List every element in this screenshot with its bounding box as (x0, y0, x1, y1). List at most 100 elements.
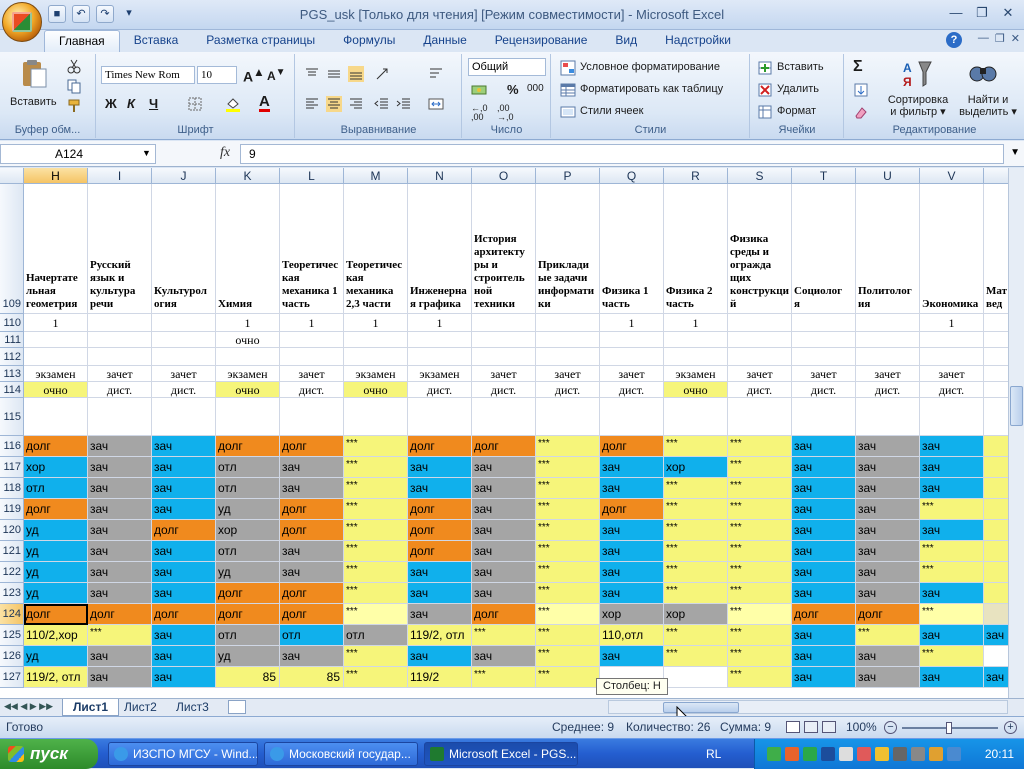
grid-cell[interactable]: долг (216, 583, 280, 604)
increase-indent-icon[interactable] (396, 96, 412, 112)
fill-icon[interactable] (853, 82, 869, 98)
grid-cell[interactable] (600, 348, 664, 366)
grid-cell[interactable]: *** (344, 667, 408, 688)
grid-cell[interactable]: зач (88, 499, 152, 520)
conditional-formatting-button[interactable]: Условное форматирование (580, 61, 720, 73)
grid-cell[interactable]: долг (216, 436, 280, 457)
grid-cell[interactable]: зачет (920, 366, 984, 382)
grid-cell[interactable]: *** (664, 562, 728, 583)
merge-center-icon[interactable] (428, 96, 444, 112)
grid-cell[interactable]: *** (536, 625, 600, 646)
grid-cell[interactable]: *** (344, 478, 408, 499)
grid-cell[interactable]: дист. (88, 382, 152, 398)
grid-cell[interactable] (472, 398, 536, 436)
grid-cell[interactable] (856, 348, 920, 366)
grid-cell[interactable]: дист. (536, 382, 600, 398)
grid-cell[interactable]: *** (536, 457, 600, 478)
grid-cell[interactable]: экзамен (408, 366, 472, 382)
grid-cell[interactable]: зач (920, 457, 984, 478)
grid-cell[interactable] (664, 398, 728, 436)
sheet-tab-2[interactable]: Лист2 (114, 699, 167, 716)
grid-cell[interactable] (920, 398, 984, 436)
grid-cell[interactable]: 119/2, отл (24, 667, 88, 688)
grid-cell[interactable]: дист. (728, 382, 792, 398)
align-bottom-icon[interactable] (348, 66, 364, 82)
grid-cell[interactable]: *** (728, 499, 792, 520)
grid-cell[interactable] (792, 332, 856, 348)
row-header[interactable]: 119 (0, 499, 24, 520)
grid-cell[interactable] (88, 314, 152, 332)
grid-cell[interactable]: дист. (472, 382, 536, 398)
delete-button[interactable]: Удалить (777, 83, 819, 95)
grid-cell[interactable]: зач (792, 667, 856, 688)
tray-icon-7[interactable] (875, 747, 889, 761)
normal-view-icon[interactable] (786, 721, 800, 733)
grid-cell[interactable]: уд (24, 583, 88, 604)
row-header[interactable]: 110 (0, 314, 24, 332)
grid-cell[interactable]: долг (408, 541, 472, 562)
grid-cell[interactable] (536, 332, 600, 348)
grid-cell[interactable] (88, 332, 152, 348)
zoom-out-icon[interactable]: − (884, 721, 897, 734)
grid-cell[interactable]: *** (536, 499, 600, 520)
grid-cell[interactable] (664, 667, 728, 688)
grid-cell[interactable]: зач (792, 457, 856, 478)
column-header[interactable]: R (664, 168, 728, 184)
tab-formulas[interactable]: Формулы (329, 30, 409, 52)
shrink-font-icon[interactable]: A▼ (267, 67, 286, 83)
column-header[interactable]: V (920, 168, 984, 184)
grid-cell[interactable] (984, 604, 1010, 625)
grid-cell[interactable]: дист. (792, 382, 856, 398)
grid-cell[interactable]: долг (280, 499, 344, 520)
grid-cell[interactable] (536, 398, 600, 436)
row-header[interactable]: 121 (0, 541, 24, 562)
grid-cell[interactable]: 1 (280, 314, 344, 332)
column-header[interactable]: U (856, 168, 920, 184)
grid-cell[interactable]: зач (792, 562, 856, 583)
grid-cell[interactable]: зач (408, 478, 472, 499)
column-header[interactable]: H (24, 168, 88, 184)
grid-cell[interactable]: очно (216, 382, 280, 398)
format-button[interactable]: Формат (777, 105, 816, 117)
grid-cell[interactable]: *** (728, 541, 792, 562)
align-right-icon[interactable] (348, 96, 364, 112)
row-header[interactable]: 114 (0, 382, 24, 398)
percent-button[interactable]: % (507, 82, 519, 97)
grid-cell[interactable]: зач (920, 667, 984, 688)
tray-icon-2[interactable] (785, 747, 799, 761)
help-icon[interactable]: ? (946, 32, 962, 48)
grid-cell[interactable]: отл (216, 457, 280, 478)
tab-home[interactable]: Главная (44, 30, 120, 52)
column-header[interactable]: S (728, 168, 792, 184)
autosum-button[interactable]: Σ (853, 58, 863, 76)
column-title-cell[interactable]: История архитекту ры и строитель ной тех… (472, 184, 536, 314)
grid-cell[interactable]: 119/2, отл (408, 625, 472, 646)
tray-icon-9[interactable] (911, 747, 925, 761)
grid-cell[interactable]: дист. (856, 382, 920, 398)
task-excel[interactable]: Microsoft Excel - PGS... (424, 742, 578, 766)
grid-cell[interactable] (664, 332, 728, 348)
grid-cell[interactable]: зач (600, 520, 664, 541)
doc-minimize-icon[interactable]: — (978, 32, 989, 45)
grid-cell[interactable]: долг (408, 436, 472, 457)
grid-cell[interactable] (24, 398, 88, 436)
find-select-button[interactable]: Найти и выделить ▾ (955, 94, 1021, 118)
grid-cell[interactable]: зач (88, 667, 152, 688)
grid-cell[interactable]: хор (24, 457, 88, 478)
grid-cell[interactable]: зачет (88, 366, 152, 382)
grid-cell[interactable]: зач (792, 436, 856, 457)
grid-cell[interactable] (984, 583, 1010, 604)
page-layout-view-icon[interactable] (804, 721, 818, 733)
sheet-nav-icon[interactable]: ◀◀ ◀ ▶ ▶▶ (4, 701, 53, 712)
grid-cell[interactable]: зач (88, 583, 152, 604)
grid-cell[interactable]: зач (152, 667, 216, 688)
grid-cell[interactable] (856, 314, 920, 332)
grid-cell[interactable]: *** (728, 646, 792, 667)
grid-cell[interactable] (88, 398, 152, 436)
clear-icon[interactable] (853, 104, 869, 120)
grid-cell[interactable]: 1 (920, 314, 984, 332)
grid-cell[interactable]: *** (728, 583, 792, 604)
grid-cell[interactable]: зач (88, 436, 152, 457)
tray-icon-5[interactable] (839, 747, 853, 761)
grid-cell[interactable]: зач (792, 499, 856, 520)
